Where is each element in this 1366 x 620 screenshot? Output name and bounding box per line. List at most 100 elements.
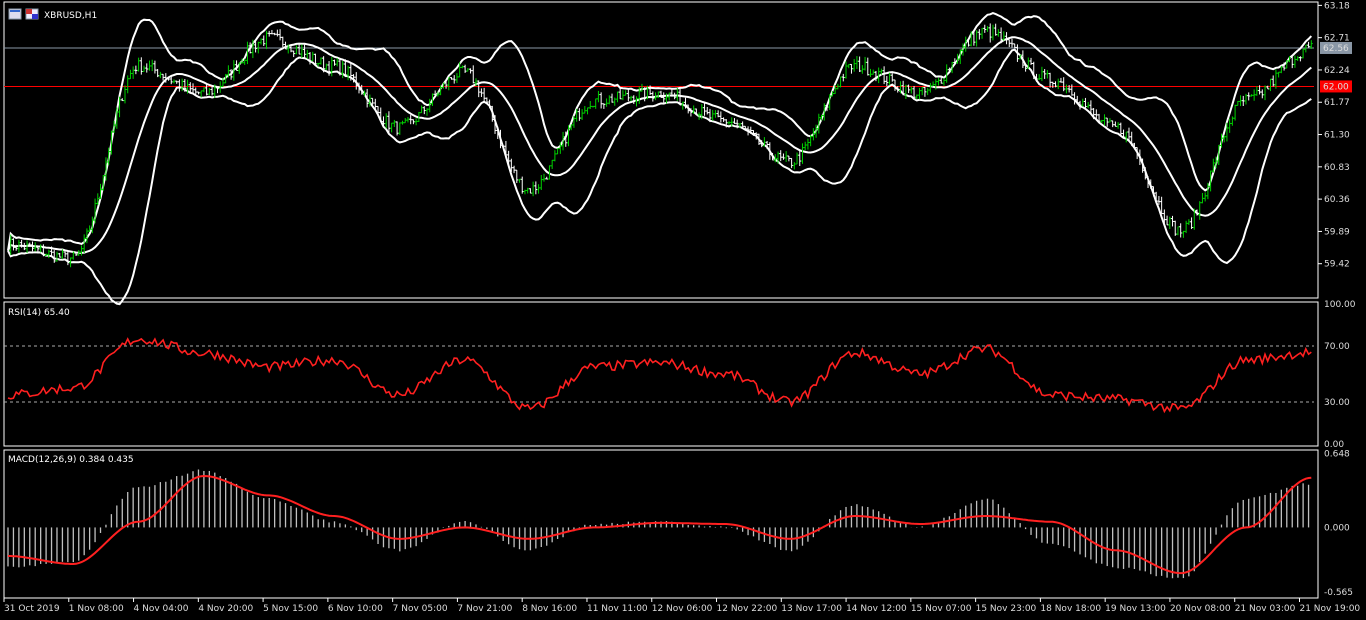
price-bar (583, 105, 587, 114)
price-bar (542, 173, 546, 182)
time-tick-label: 12 Nov 22:00 (717, 604, 778, 614)
price-bar (890, 73, 894, 82)
price-bar (335, 58, 339, 67)
price-bar (1113, 121, 1117, 127)
price-bar (207, 87, 211, 96)
price-bar (586, 107, 590, 115)
time-tick-label: 6 Nov 10:00 (328, 604, 383, 614)
price-bar (942, 77, 946, 86)
price-bar (882, 66, 886, 85)
price-bar (523, 189, 527, 195)
price-bar (1255, 86, 1259, 96)
price-bar (909, 86, 913, 94)
price-bar (675, 87, 679, 101)
price-tick-label: 62.24 (1324, 66, 1350, 76)
price-bar (613, 97, 617, 106)
price-bar (425, 108, 429, 116)
price-bar (1307, 41, 1311, 48)
rsi-plot (4, 337, 1314, 414)
price-tick-label: 60.36 (1324, 195, 1350, 205)
price-bar (931, 81, 935, 87)
price-bar (1037, 74, 1041, 80)
price-tick-label: 59.42 (1324, 260, 1350, 270)
price-bar (512, 165, 516, 174)
price-bar (191, 83, 195, 94)
price-bar (915, 94, 919, 100)
price-bar (795, 152, 799, 165)
price-bar (626, 88, 630, 102)
price-bar (1268, 78, 1272, 92)
price-bar (1029, 57, 1033, 65)
price-bar (1108, 118, 1112, 123)
price-bar (1247, 92, 1251, 101)
price-bar (988, 23, 992, 43)
time-tick-label: 12 Nov 06:00 (652, 604, 713, 614)
price-bar (713, 110, 717, 118)
price-bar (537, 184, 541, 194)
price-bar (1043, 69, 1047, 79)
price-bar (1252, 89, 1256, 101)
price-bar (1239, 95, 1243, 107)
price-bar (411, 119, 415, 125)
price-bar (172, 79, 176, 84)
price-bar (422, 106, 426, 115)
price-bar (202, 87, 206, 93)
rsi-tick-label: 70.00 (1324, 342, 1350, 352)
rsi-label: RSI(14) 65.40 (8, 308, 70, 318)
price-bar (996, 29, 1000, 37)
rsi-line (7, 337, 1312, 414)
macd-plot (7, 469, 1312, 579)
price-bar (596, 90, 600, 103)
price-bar (591, 105, 595, 108)
price-bar (980, 27, 984, 39)
chart-window-icon[interactable] (8, 8, 22, 20)
price-bar (1236, 100, 1240, 106)
price-bar (1187, 219, 1191, 225)
price-bar (727, 121, 731, 125)
macd-tick-label: 0.648 (1324, 449, 1350, 459)
price-bar (869, 68, 873, 77)
price-bar (705, 106, 709, 115)
price-bar (1086, 102, 1090, 109)
price-bar (860, 65, 864, 74)
main-panel-frame (3, 1, 1319, 299)
price-bar (577, 108, 581, 121)
price-bar (969, 31, 973, 47)
price-bar (539, 175, 543, 191)
time-tick-label: 4 Nov 20:00 (198, 604, 253, 614)
price-bar (977, 29, 981, 40)
price-bar (292, 50, 296, 58)
price-bar (1260, 89, 1264, 99)
price-bar (1181, 230, 1185, 238)
price-bar (120, 98, 124, 102)
time-tick-label: 18 Nov 18:00 (1040, 604, 1101, 614)
price-bar (1263, 85, 1267, 101)
level-price-label: 62.00 (1323, 82, 1349, 92)
price-bar (792, 162, 796, 170)
price-bar (852, 59, 856, 72)
price-bar (401, 120, 405, 125)
price-bar (11, 238, 15, 251)
price-bar (145, 63, 149, 73)
time-tick-label: 13 Nov 17:00 (781, 604, 842, 614)
price-bar (1127, 127, 1131, 141)
time-tick-label: 15 Nov 23:00 (976, 604, 1037, 614)
price-bar (741, 121, 745, 128)
price-bar (526, 187, 530, 194)
price-bar (1233, 104, 1237, 121)
price-bar (779, 150, 783, 162)
price-bar (1007, 39, 1011, 48)
time-tick-label: 21 Nov 03:00 (1235, 604, 1296, 614)
price-bar (787, 155, 791, 162)
price-tick-label: 61.77 (1324, 98, 1350, 108)
symbol-flag-icon[interactable] (25, 8, 39, 20)
price-tick-label: 63.18 (1324, 1, 1350, 11)
price-bar (311, 51, 315, 62)
bollinger-upper (7, 12, 1313, 251)
price-bar (594, 98, 598, 109)
price-bar (1298, 56, 1302, 62)
macd-label: MACD(12,26,9) 0.384 0.435 (8, 455, 134, 465)
price-bar (907, 84, 911, 94)
price-bar (855, 56, 859, 69)
price-bar (158, 71, 162, 79)
